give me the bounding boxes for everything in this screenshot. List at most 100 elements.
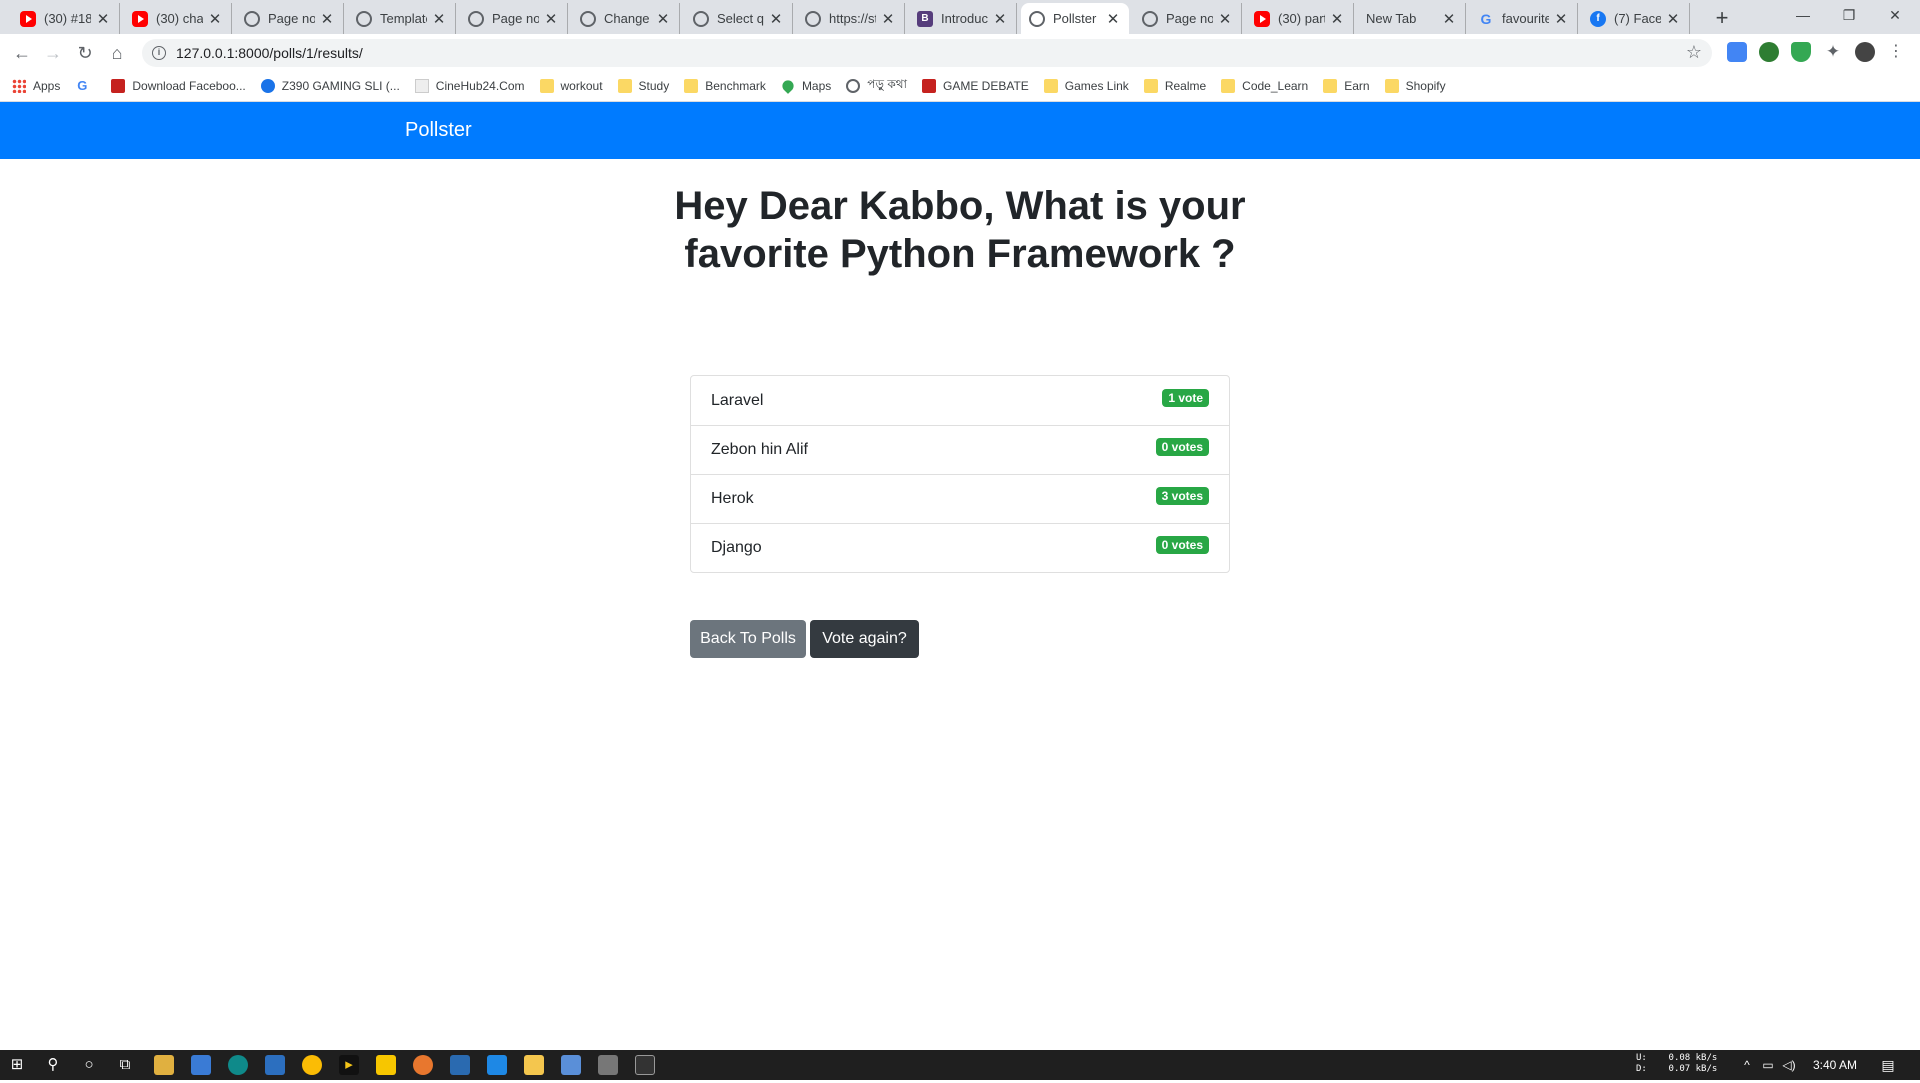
clock[interactable]: 3:40 AM — [1813, 1050, 1857, 1080]
tab-close-icon[interactable]: ✕ — [95, 10, 111, 28]
bookmark-item[interactable]: Z390 GAMING SLI (... — [260, 79, 400, 93]
notepad-app-icon[interactable] — [561, 1055, 581, 1075]
search-icon[interactable]: ⚲ — [43, 1055, 63, 1075]
bookmark-item[interactable]: Shopify — [1384, 79, 1446, 93]
bookmark-item[interactable]: Maps — [780, 78, 831, 94]
back-to-polls-button[interactable]: Back To Polls — [690, 620, 806, 658]
bookmark-item[interactable]: Apps — [12, 79, 60, 93]
browser-tab[interactable]: https://st ✕ — [797, 3, 905, 34]
tab-close-icon[interactable]: ✕ — [1665, 10, 1681, 28]
calculator-app-icon[interactable] — [598, 1055, 618, 1075]
browser-tab[interactable]: Page not ✕ — [460, 3, 568, 34]
folder-icon — [684, 79, 699, 93]
minimize-button[interactable]: — — [1780, 0, 1826, 30]
new-tab-button[interactable]: + — [1708, 4, 1736, 32]
volume-icon[interactable]: ◁) — [1779, 1055, 1799, 1075]
tab-close-icon[interactable]: ✕ — [768, 10, 784, 28]
tab-close-icon[interactable]: ✕ — [1553, 10, 1569, 28]
reload-icon[interactable]: ↻ — [71, 39, 99, 67]
extension-globe-icon[interactable] — [1759, 42, 1779, 62]
browser-tab[interactable]: f (7) Faceb ✕ — [1582, 3, 1690, 34]
forward-arrow-icon[interactable]: → — [39, 39, 67, 67]
profile-avatar[interactable] — [1855, 42, 1875, 62]
bookmark-item[interactable]: Study — [617, 79, 669, 93]
translate-extension-icon[interactable] — [1727, 42, 1747, 62]
media-player-app-icon[interactable]: ▸ — [339, 1055, 359, 1075]
shield-extension-icon[interactable] — [1791, 42, 1811, 62]
browser-tab[interactable]: New Tab ✕ — [1358, 3, 1466, 34]
bookmark-item[interactable]: Benchmark — [684, 79, 766, 93]
browser-tab[interactable]: Template ✕ — [348, 3, 456, 34]
mail-app-icon[interactable] — [265, 1055, 285, 1075]
tab-title: Page not — [268, 11, 315, 26]
bookmark-item[interactable]: Earn — [1323, 79, 1370, 93]
bookmark-item[interactable]: G — [75, 79, 96, 93]
tab-title: (30) #18 — [44, 11, 91, 26]
globe-icon — [846, 79, 861, 93]
tab-close-icon[interactable]: ✕ — [319, 10, 335, 28]
bookmark-item[interactable]: workout — [539, 79, 603, 93]
sticky-app-icon[interactable] — [376, 1055, 396, 1075]
network-icon[interactable]: ▭ — [1758, 1055, 1778, 1075]
tab-close-icon[interactable]: ✕ — [431, 10, 447, 28]
browser-tab[interactable]: Change c ✕ — [572, 3, 680, 34]
tab-close-icon[interactable]: ✕ — [1441, 10, 1457, 28]
address-bar[interactable]: i 127.0.0.1:8000/polls/1/results/ ☆ — [142, 39, 1712, 67]
browser-tab[interactable]: Page not ✕ — [1134, 3, 1242, 34]
browser-tab[interactable]: Page not ✕ — [236, 3, 344, 34]
browser-tab[interactable]: Gfavourite ✕ — [1470, 3, 1578, 34]
bookmark-item[interactable]: Code_Learn — [1221, 79, 1308, 93]
edge-app-icon[interactable] — [228, 1055, 248, 1075]
vote-again-button[interactable]: Vote again? — [810, 620, 919, 658]
tab-title: Page not — [1166, 11, 1213, 26]
tab-close-icon[interactable]: ✕ — [543, 10, 559, 28]
restore-button[interactable]: ❐ — [1826, 0, 1872, 30]
bookmark-item[interactable]: পড়ু কথা — [846, 76, 907, 96]
bookmark-item[interactable]: Realme — [1143, 79, 1206, 93]
file-explorer-app-icon[interactable] — [524, 1055, 544, 1075]
bookmark-label: Earn — [1344, 79, 1370, 93]
folder-icon — [1043, 79, 1058, 93]
vscode-app-icon[interactable] — [487, 1055, 507, 1075]
browser-tab[interactable]: (30) chan ✕ — [124, 3, 232, 34]
chrome-app-icon[interactable] — [302, 1055, 322, 1075]
tab-close-icon[interactable]: ✕ — [1329, 10, 1345, 28]
store-app-icon[interactable] — [154, 1055, 174, 1075]
bookmark-star-icon[interactable]: ☆ — [1686, 42, 1702, 63]
extensions-puzzle-icon[interactable]: ✦ — [1823, 42, 1843, 62]
browser-tab[interactable]: (30) #18 ✕ — [12, 3, 120, 34]
browser-tab[interactable]: Select qu ✕ — [685, 3, 793, 34]
notifications-icon[interactable]: ▤ — [1878, 1055, 1898, 1075]
folder-icon — [1384, 79, 1399, 93]
apps-icon — [12, 79, 26, 93]
control-panel-app-icon[interactable] — [191, 1055, 211, 1075]
search-tool-app-icon[interactable] — [413, 1055, 433, 1075]
tab-close-icon[interactable]: ✕ — [1105, 10, 1121, 28]
tab-title: (30) chan — [156, 11, 203, 26]
bookmark-item[interactable]: GAME DEBATE — [921, 79, 1029, 93]
site-info-icon[interactable]: i — [152, 46, 166, 60]
back-arrow-icon[interactable]: ← — [8, 39, 36, 67]
photos-app-icon[interactable] — [450, 1055, 470, 1075]
bookmark-item[interactable]: Download Faceboo... — [111, 79, 246, 93]
tab-close-icon[interactable]: ✕ — [1217, 10, 1233, 28]
navbar-brand[interactable]: Pollster — [405, 119, 472, 142]
browser-tab[interactable]: Pollster ✕ — [1021, 3, 1129, 34]
tab-close-icon[interactable]: ✕ — [880, 10, 896, 28]
bookmark-item[interactable]: Games Link — [1043, 79, 1129, 93]
tab-close-icon[interactable]: ✕ — [992, 10, 1008, 28]
browser-tab[interactable]: (30) part ✕ — [1246, 3, 1354, 34]
home-icon[interactable]: ⌂ — [103, 39, 131, 67]
tab-close-icon[interactable]: ✕ — [655, 10, 671, 28]
browser-tab[interactable]: B Introduct ✕ — [909, 3, 1017, 34]
cortana-icon[interactable]: ○ — [79, 1055, 99, 1075]
tray-chevron-icon[interactable]: ^ — [1737, 1055, 1757, 1075]
terminal-app-icon[interactable] — [635, 1055, 655, 1075]
windows-start-icon[interactable]: ⊞ — [7, 1055, 27, 1075]
menu-kebab-icon[interactable]: ⋮ — [1886, 42, 1906, 62]
bookmark-item[interactable]: CineHub24.Com — [414, 79, 525, 93]
tab-close-icon[interactable]: ✕ — [207, 10, 223, 28]
browser-toolbar: ← → ↻ ⌂ i 127.0.0.1:8000/polls/1/results… — [0, 34, 1920, 71]
task-view-icon[interactable]: ⧉ — [115, 1055, 135, 1075]
close-window-button[interactable]: ✕ — [1872, 0, 1918, 30]
